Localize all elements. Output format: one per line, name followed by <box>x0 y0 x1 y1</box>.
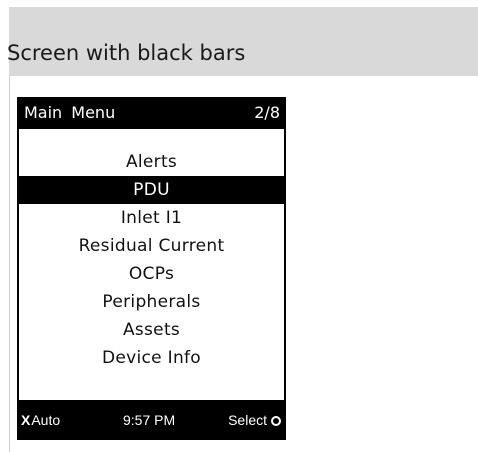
left-rule <box>9 76 10 452</box>
menu-item-alerts[interactable]: Alerts <box>19 148 284 176</box>
bottom-bar: XAuto 9:57 PM Select <box>17 400 286 440</box>
top-bar: Main Menu 2/8 <box>17 97 286 129</box>
device-screen: Alerts PDU Inlet I1 Residual Current OCP… <box>19 129 284 400</box>
menu-item-ocps[interactable]: OCPs <box>19 260 284 288</box>
menu-item-assets[interactable]: Assets <box>19 316 284 344</box>
page-indicator: 2/8 <box>254 103 280 122</box>
auto-label: Auto <box>31 412 61 428</box>
menu-item-inlet[interactable]: Inlet I1 <box>19 204 284 232</box>
menu-item-peripherals[interactable]: Peripherals <box>19 288 284 316</box>
device-display: Main Menu 2/8 Alerts PDU Inlet I1 Residu… <box>17 97 286 440</box>
section-heading: Screen with black bars <box>7 41 246 65</box>
circle-icon <box>271 416 281 426</box>
menu-item-pdu[interactable]: PDU <box>19 176 284 204</box>
menu-item-device-info[interactable]: Device Info <box>19 344 284 372</box>
select-softkey[interactable]: Select <box>228 400 281 440</box>
select-label: Select <box>228 412 267 428</box>
clock: 9:57 PM <box>123 412 176 428</box>
auto-softkey[interactable]: XAuto <box>21 400 60 440</box>
menu-item-residual-current[interactable]: Residual Current <box>19 232 284 260</box>
main-menu-list: Alerts PDU Inlet I1 Residual Current OCP… <box>19 148 284 372</box>
x-icon: X <box>21 412 31 428</box>
menu-title: Main Menu <box>24 103 116 122</box>
